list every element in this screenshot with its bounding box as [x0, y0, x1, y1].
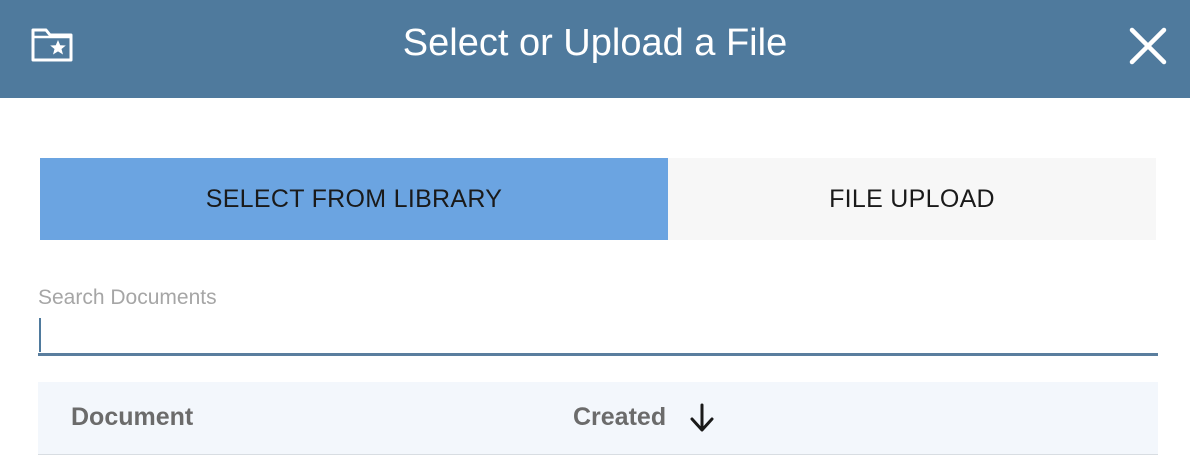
text-caret — [39, 318, 41, 352]
source-tabs: SELECT FROM LIBRARY FILE UPLOAD — [40, 158, 1156, 240]
tab-select-from-library[interactable]: SELECT FROM LIBRARY — [40, 158, 668, 240]
column-header-created[interactable]: Created — [573, 382, 666, 452]
tab-file-upload[interactable]: FILE UPLOAD — [668, 158, 1156, 240]
column-header-document[interactable]: Document — [71, 382, 193, 452]
file-select-dialog: Select or Upload a File SELECT FROM LIBR… — [0, 0, 1190, 466]
table-header: Document Created — [38, 382, 1158, 455]
dialog-header: Select or Upload a File — [0, 0, 1190, 98]
close-icon[interactable] — [1126, 24, 1170, 68]
search-label: Search Documents — [38, 286, 217, 309]
dialog-title: Select or Upload a File — [402, 22, 788, 64]
search-input[interactable] — [38, 316, 1158, 356]
arrow-down-icon[interactable] — [689, 403, 715, 433]
